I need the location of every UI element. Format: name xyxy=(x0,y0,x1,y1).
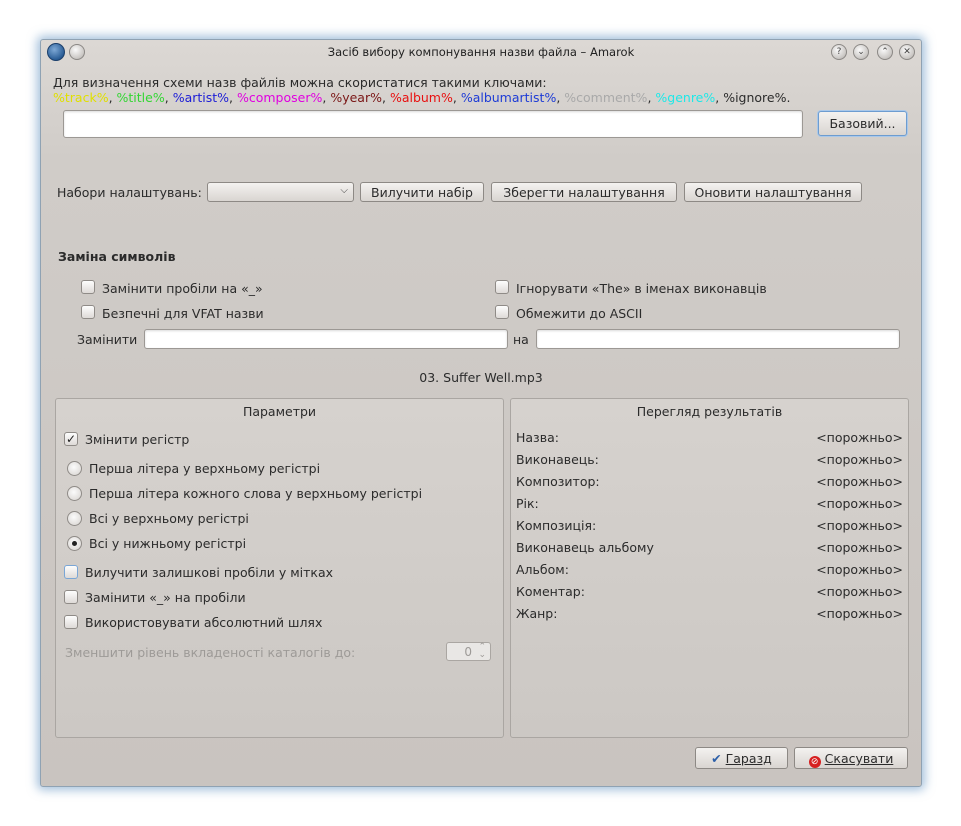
result-value: <порожньо> xyxy=(816,518,903,533)
token-key: %comment% xyxy=(564,90,648,105)
presets-combo[interactable]: ⌵ xyxy=(207,182,354,202)
minimize-icon[interactable]: ⌄ xyxy=(853,44,869,60)
underscores-label[interactable]: Замінити «_» на пробіли xyxy=(85,590,246,605)
result-value: <порожньо> xyxy=(816,496,903,511)
ok-button[interactable]: ✔ Гаразд xyxy=(695,747,788,769)
checkmark-icon: ✓ xyxy=(65,432,77,446)
replace-spaces-checkbox[interactable] xyxy=(81,280,95,294)
save-preset-button[interactable]: Зберегти налаштування xyxy=(491,182,677,202)
checkmark-icon: ✔ xyxy=(711,751,722,766)
replace-label: Замінити xyxy=(77,332,138,347)
result-label: Рік: xyxy=(516,496,539,511)
replace-with-label: на xyxy=(513,332,529,347)
strip-spaces-label[interactable]: Вилучити залишкові пробіли у мітках xyxy=(85,565,333,580)
remove-preset-button[interactable]: Вилучити набір xyxy=(360,182,484,202)
close-icon[interactable]: ✕ xyxy=(899,44,915,60)
absolute-path-label[interactable]: Використовувати абсолютний шлях xyxy=(85,615,322,630)
result-value: <порожньо> xyxy=(816,452,903,467)
token-key: %album% xyxy=(389,90,453,105)
ignore-the-checkbox[interactable] xyxy=(495,280,509,294)
cancel-button[interactable]: ⊘ Скасувати xyxy=(794,747,908,769)
ascii-label[interactable]: Обмежити до ASCII xyxy=(516,306,642,321)
result-label: Альбом: xyxy=(516,562,569,577)
replace-from-input[interactable] xyxy=(144,329,508,349)
case-radio-label[interactable]: Перша літера у верхньому регістрі xyxy=(89,461,320,476)
vfat-checkbox[interactable] xyxy=(81,305,95,319)
presets-label: Набори налаштувань: xyxy=(57,185,202,200)
token-separator: , xyxy=(715,90,724,105)
preview-filename: 03. Suffer Well.mp3 xyxy=(419,370,543,385)
result-value: <порожньо> xyxy=(816,606,903,621)
result-label: Виконавець альбому xyxy=(516,540,654,555)
result-label: Назва: xyxy=(516,430,559,445)
result-label: Композиція: xyxy=(516,518,597,533)
case-radio-all-lower[interactable] xyxy=(67,536,82,551)
tokens-legend: %track%, %title%, %artist%, %composer%, … xyxy=(53,90,790,105)
result-value: <порожньо> xyxy=(816,430,903,445)
results-panel-title: Перегляд результатів xyxy=(636,404,783,419)
window-title: Засіб вибору компонування назви файла – … xyxy=(327,45,635,59)
dialog-window: Засіб вибору компонування назви файла – … xyxy=(40,39,922,787)
token-key: %composer% xyxy=(236,90,323,105)
spin-arrows-icon[interactable]: ⌃ ⌄ xyxy=(478,643,486,660)
options-panel-title: Параметри xyxy=(242,404,317,419)
ascii-checkbox[interactable] xyxy=(495,305,509,319)
token-separator: , xyxy=(164,90,173,105)
change-case-label[interactable]: Змінити регістр xyxy=(85,432,189,447)
cancel-icon: ⊘ xyxy=(808,756,821,768)
cut-dirs-label: Зменшити рівень вкладеності каталогів до… xyxy=(65,645,356,660)
strip-spaces-checkbox[interactable] xyxy=(64,565,78,579)
absolute-path-checkbox[interactable] xyxy=(64,615,78,629)
result-label: Композитор: xyxy=(516,474,600,489)
token-key: %artist% xyxy=(172,90,230,105)
cut-dirs-spinbox[interactable]: 0 ⌃ ⌄ xyxy=(446,642,491,661)
token-separator: , xyxy=(229,90,237,105)
replace-spaces-label[interactable]: Замінити пробіли на «_» xyxy=(102,281,263,296)
case-radio-label[interactable]: Перша літера кожного слова у верхньому р… xyxy=(89,486,422,501)
token-key: %title% xyxy=(116,90,165,105)
radio-selected-dot xyxy=(72,541,77,546)
case-radio-title-case[interactable] xyxy=(67,486,82,501)
result-label: Коментар: xyxy=(516,584,585,599)
result-value: <порожньо> xyxy=(816,562,903,577)
token-key: %ignore% xyxy=(723,90,787,105)
scheme-input[interactable] xyxy=(63,110,803,138)
char-substitution-heading: Заміна символів xyxy=(58,249,176,264)
underscores-checkbox[interactable] xyxy=(64,590,78,604)
options-panel: Параметри ✓ Змінити регістр Перша літера… xyxy=(55,398,504,738)
case-radio-first-upper[interactable] xyxy=(67,461,82,476)
change-case-checkbox[interactable]: ✓ xyxy=(64,432,78,446)
token-separator: , xyxy=(108,90,117,105)
case-radio-label[interactable]: Всі у нижньому регістрі xyxy=(89,536,246,551)
token-key: %year% xyxy=(330,90,382,105)
update-preset-button[interactable]: Оновити налаштування xyxy=(684,182,862,202)
case-radio-all-upper[interactable] xyxy=(67,511,82,526)
ignore-the-label[interactable]: Ігнорувати «The» в іменах виконавців xyxy=(516,281,767,296)
result-value: <порожньо> xyxy=(816,584,903,599)
basic-button[interactable]: Базовий... xyxy=(818,111,907,136)
results-panel: Перегляд результатів Назва: <порожньо> Вик… xyxy=(510,398,909,738)
title-bar[interactable]: Засіб вибору компонування назви файла – … xyxy=(41,40,921,64)
token-separator: . xyxy=(786,90,791,105)
result-label: Жанр: xyxy=(516,606,558,621)
replace-to-input[interactable] xyxy=(536,329,900,349)
token-separator: , xyxy=(381,90,390,105)
maximize-icon[interactable]: ⌃ xyxy=(877,44,893,60)
help-icon[interactable]: ? xyxy=(831,44,847,60)
token-key: %genre% xyxy=(655,90,716,105)
token-separator: , xyxy=(452,90,461,105)
result-value: <порожньо> xyxy=(816,474,903,489)
result-label: Виконавець: xyxy=(516,452,599,467)
token-key: %track% xyxy=(53,90,109,105)
token-key: %albumartist% xyxy=(460,90,557,105)
chevron-down-icon: ⌵ xyxy=(340,185,348,196)
intro-text: Для визначення схеми назв файлів можна с… xyxy=(53,75,547,90)
case-radio-label[interactable]: Всі у верхньому регістрі xyxy=(89,511,249,526)
result-value: <порожньо> xyxy=(816,540,903,555)
vfat-label[interactable]: Безпечні для VFAT назви xyxy=(102,306,264,321)
